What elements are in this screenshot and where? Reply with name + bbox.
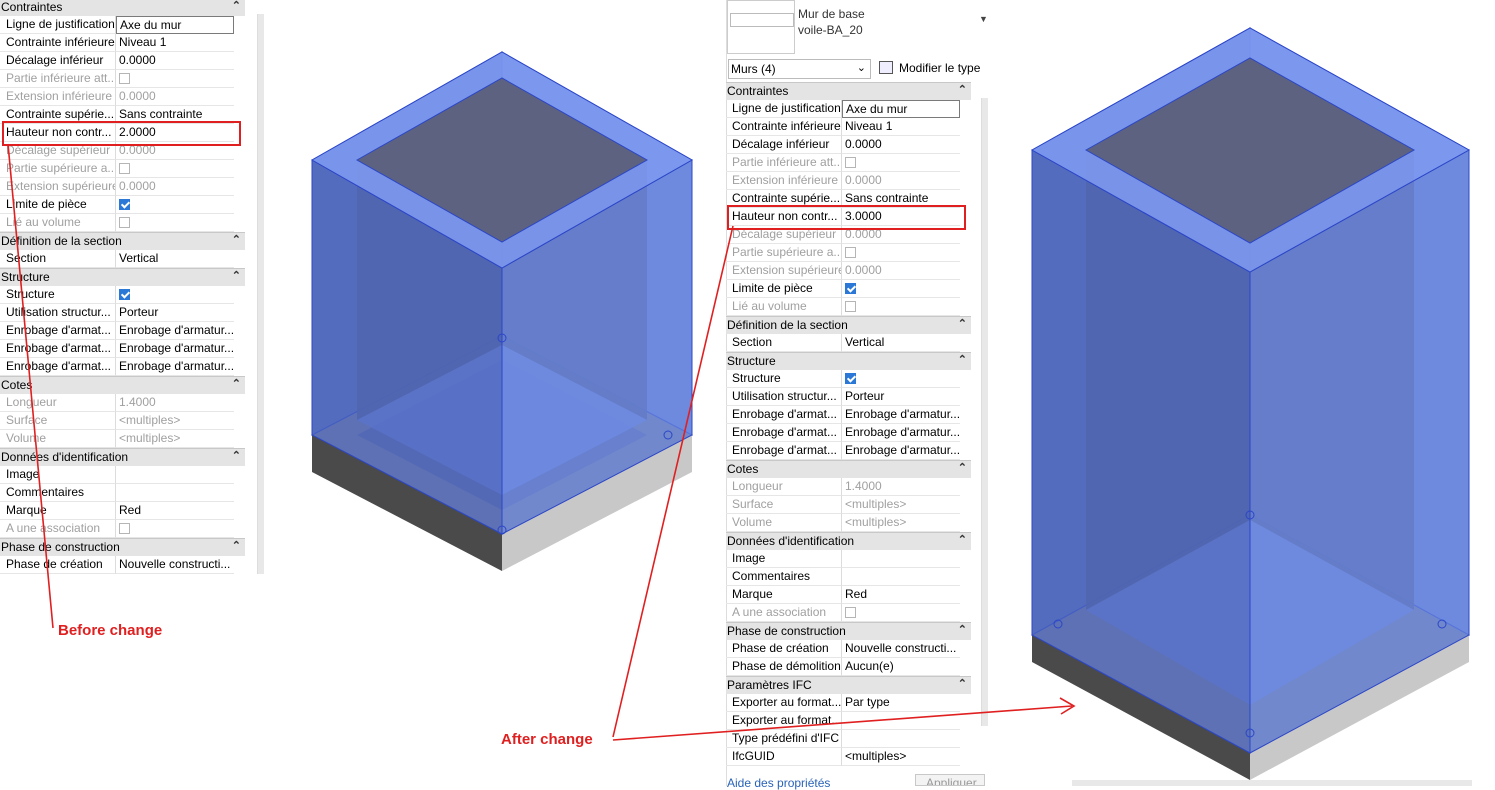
view-control-bar	[1072, 780, 1472, 786]
wall-model-after[interactable]	[1030, 27, 1471, 780]
model-views	[7, 27, 1472, 786]
after-arrow-to-model	[612, 705, 1073, 741]
annotation-after: After change	[501, 731, 593, 748]
annotation-before: Before change	[58, 622, 163, 639]
wall-model-before[interactable]	[310, 51, 694, 571]
before-arrow	[7, 143, 54, 629]
